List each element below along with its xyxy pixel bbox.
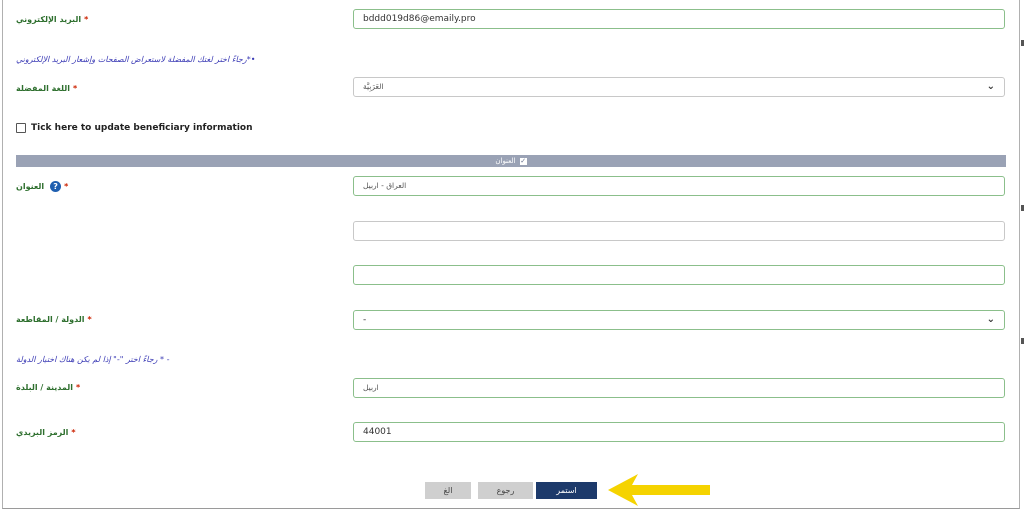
check-icon: ✓ [519, 156, 527, 165]
back-button[interactable]: رجوع [478, 482, 533, 499]
chevron-down-icon: ⌄ [986, 314, 995, 325]
beneficiary-checkbox[interactable] [16, 123, 26, 133]
country-label: الدولة / المقاطعة * [16, 315, 92, 324]
postal-label: الرمز البريدي * [16, 428, 76, 437]
address-line3-field[interactable] [353, 265, 1005, 285]
country-selected-value: - [363, 315, 367, 325]
address-line1-field[interactable]: العراق - اربيل [353, 176, 1005, 196]
country-note: رجاءً اختر "-" إذا لم يكن هناك اختيار ال… [16, 355, 170, 364]
beneficiary-checkbox-label: Tick here to update beneficiary informat… [31, 123, 253, 133]
city-field[interactable]: اربيل [353, 378, 1005, 398]
address-line2-field[interactable] [353, 221, 1005, 241]
continue-button[interactable]: استمر [536, 482, 597, 499]
question-icon[interactable]: ? [50, 181, 62, 192]
language-selected-value: العَرَبِيَّة [363, 82, 384, 91]
address-label: العنوان? * [16, 181, 69, 192]
language-label: اللغة المفضلة * [16, 84, 78, 93]
address-section-header: العنوان ✓ [16, 155, 1006, 167]
email-field[interactable]: bddd019d86@emaily.pro [353, 9, 1005, 29]
email-label: البريد الإلكتروني * [16, 15, 89, 24]
language-select[interactable]: العَرَبِيَّة ⌄ [353, 77, 1005, 97]
yellow-arrow-icon [608, 474, 710, 506]
city-label: المدينة / البلدة * [16, 383, 81, 392]
section-title: العنوان [495, 157, 516, 165]
language-note: رجاءً اختر لغتك المفضلة لاستعراض الصفحات… [16, 55, 256, 64]
country-select[interactable]: - ⌄ [353, 310, 1005, 330]
chevron-down-icon: ⌄ [986, 81, 995, 92]
cancel-button[interactable]: الغ [425, 482, 471, 499]
postal-code-field[interactable]: 44001 [353, 422, 1005, 442]
beneficiary-checkbox-row[interactable]: Tick here to update beneficiary informat… [16, 123, 253, 133]
